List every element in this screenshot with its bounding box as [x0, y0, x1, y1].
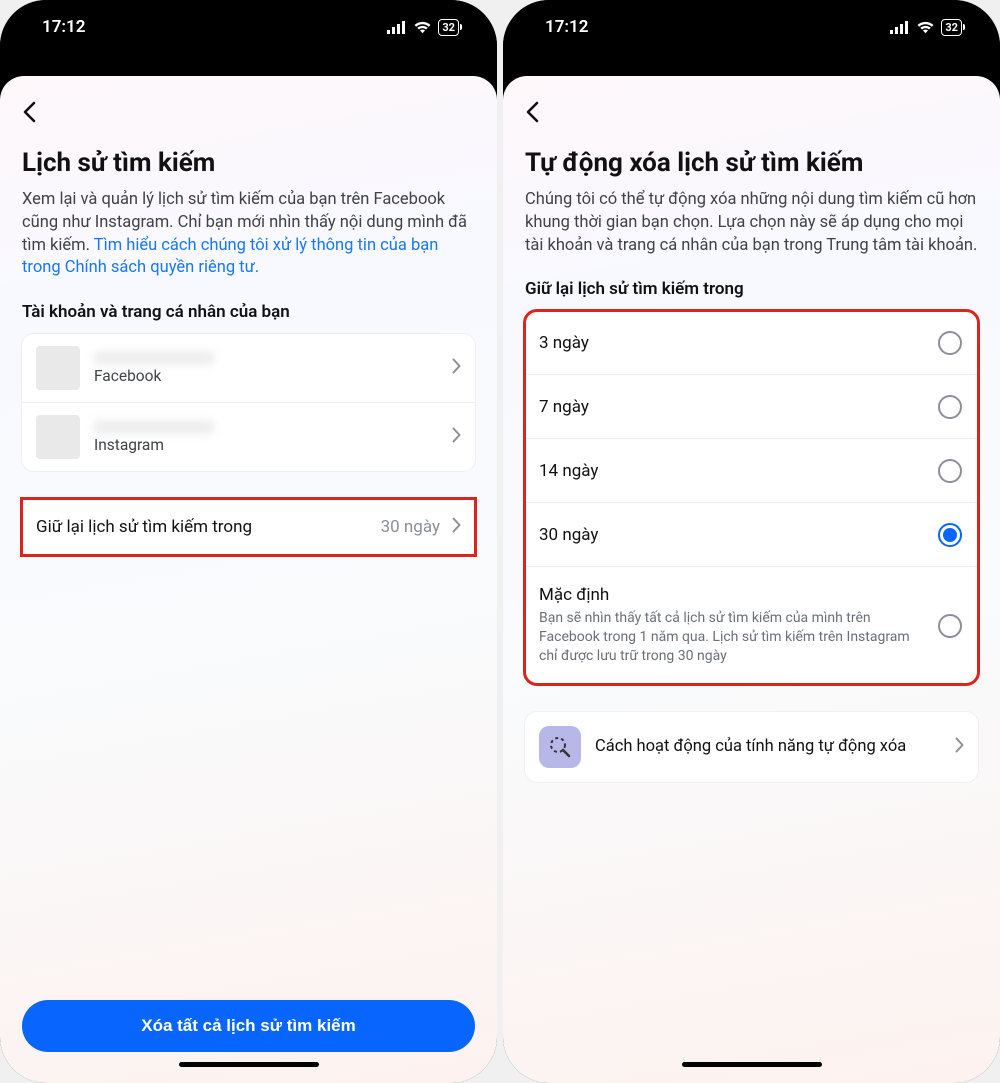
cellular-icon	[890, 21, 910, 34]
status-bar: 17:12 32	[503, 0, 1000, 54]
account-name-redacted	[94, 351, 214, 365]
page-description: Xem lại và quản lý lịch sử tìm kiếm của …	[22, 189, 475, 280]
home-indicator	[179, 1062, 319, 1067]
chevron-right-icon	[452, 427, 461, 447]
status-time: 17:12	[42, 17, 85, 37]
back-button[interactable]	[525, 97, 543, 130]
bottom-area	[525, 1052, 978, 1083]
info-card-text: Cách hoạt động của tính năng tự động xóa	[595, 736, 941, 757]
how-it-works-card[interactable]: Cách hoạt động của tính năng tự động xóa	[525, 712, 978, 782]
status-time: 17:12	[545, 17, 588, 37]
phone-left: 17:12 32 Lịch sử tìm kiếm Xem lại và quả…	[0, 0, 497, 1083]
magnifier-clock-icon	[539, 726, 581, 768]
option-label: 30 ngày	[539, 525, 924, 545]
wifi-icon	[916, 20, 935, 34]
keep-section-label: Giữ lại lịch sử tìm kiếm trong	[525, 279, 978, 299]
screen-right: Tự động xóa lịch sử tìm kiếm Chúng tôi c…	[503, 76, 1000, 1083]
chevron-right-icon	[452, 358, 461, 378]
screen-left: Lịch sử tìm kiếm Xem lại và quản lý lịch…	[0, 76, 497, 1083]
phone-right: 17:12 32 Tự động xóa lịch sử tìm kiếm Ch…	[503, 0, 1000, 1083]
keep-history-row[interactable]: Giữ lại lịch sử tìm kiếm trong 30 ngày	[22, 499, 475, 555]
radio-icon-checked	[938, 523, 962, 547]
duration-option-7days[interactable]: 7 ngày	[525, 375, 978, 439]
duration-option-default[interactable]: Mặc định Bạn sẽ nhìn thấy tất cả lịch sử…	[525, 567, 978, 684]
avatar	[36, 415, 80, 459]
duration-radio-list: 3 ngày 7 ngày 14 ngày 30 ngày Mặc định B…	[525, 311, 978, 684]
duration-option-3days[interactable]: 3 ngày	[525, 311, 978, 375]
account-row-instagram[interactable]: Instagram	[22, 403, 475, 471]
duration-option-14days[interactable]: 14 ngày	[525, 439, 978, 503]
wifi-icon	[413, 20, 432, 34]
accounts-section-label: Tài khoản và trang cá nhân của bạn	[22, 302, 475, 322]
bottom-area: Xóa tất cả lịch sử tìm kiếm	[22, 1000, 475, 1083]
option-label: 7 ngày	[539, 397, 924, 417]
keep-history-label: Giữ lại lịch sử tìm kiếm trong	[36, 517, 369, 537]
status-right: 32	[890, 19, 962, 36]
account-name-redacted	[94, 420, 214, 434]
option-label: 3 ngày	[539, 333, 924, 353]
option-sublabel: Bạn sẽ nhìn thấy tất cả lịch sử tìm kiếm…	[539, 609, 924, 666]
radio-icon	[938, 395, 962, 419]
page-title: Lịch sử tìm kiếm	[22, 148, 475, 179]
radio-icon	[938, 614, 962, 638]
chevron-right-icon	[452, 517, 461, 537]
avatar	[36, 346, 80, 390]
account-platform: Instagram	[94, 436, 438, 454]
battery-icon: 32	[941, 19, 962, 36]
back-button[interactable]	[22, 97, 40, 130]
radio-icon	[938, 459, 962, 483]
status-bar: 17:12 32	[0, 0, 497, 54]
page-description: Chúng tôi có thể tự động xóa những nội d…	[525, 189, 978, 257]
page-title: Tự động xóa lịch sử tìm kiếm	[525, 148, 978, 179]
option-label: 14 ngày	[539, 461, 924, 481]
duration-option-30days[interactable]: 30 ngày	[525, 503, 978, 567]
radio-icon	[938, 331, 962, 355]
chevron-right-icon	[955, 737, 964, 757]
keep-history-card: Giữ lại lịch sử tìm kiếm trong 30 ngày	[22, 499, 475, 555]
home-indicator	[682, 1062, 822, 1067]
status-right: 32	[387, 19, 459, 36]
accounts-card: Facebook Instagram	[22, 334, 475, 471]
account-platform: Facebook	[94, 367, 438, 385]
cellular-icon	[387, 21, 407, 34]
option-label: Mặc định	[539, 585, 924, 605]
clear-all-button[interactable]: Xóa tất cả lịch sử tìm kiếm	[22, 1000, 475, 1052]
account-row-facebook[interactable]: Facebook	[22, 334, 475, 403]
battery-icon: 32	[438, 19, 459, 36]
keep-history-value: 30 ngày	[381, 517, 440, 537]
